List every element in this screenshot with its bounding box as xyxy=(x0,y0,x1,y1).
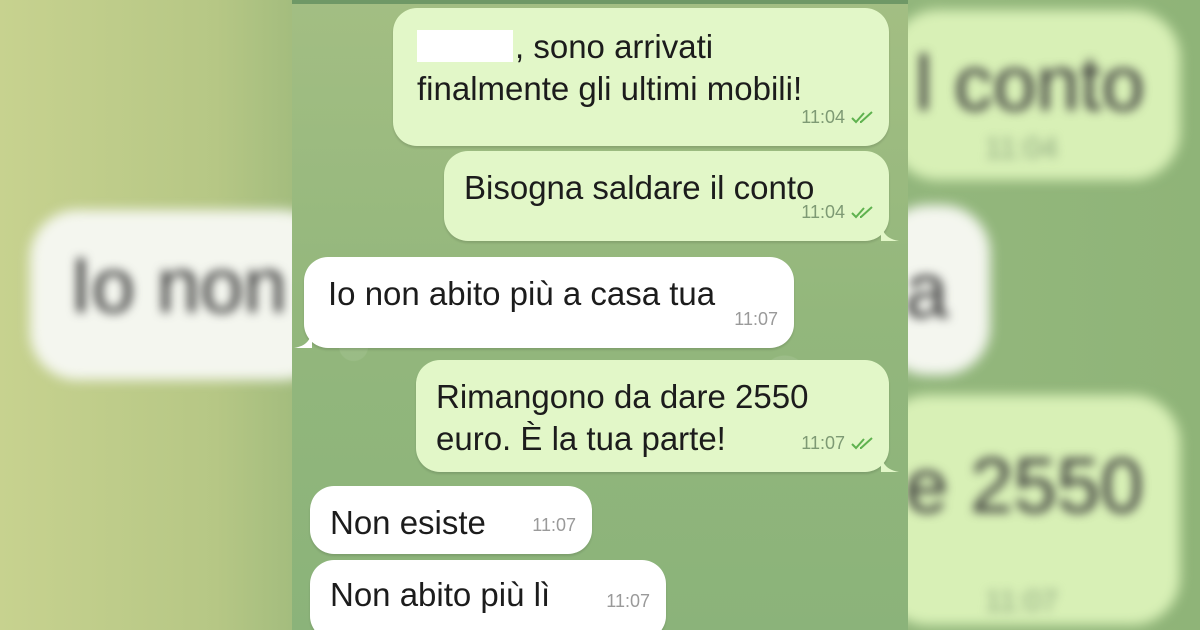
message-meta: 11:04 xyxy=(801,96,877,138)
message-outgoing[interactable]: , sono arrivati finalmente gli ultimi mo… xyxy=(393,8,889,146)
message-incoming[interactable]: Non abito più lì 11:07 xyxy=(310,560,666,630)
redacted-name xyxy=(417,30,513,62)
message-text: Io non abito più a casa tua xyxy=(328,275,716,312)
message-meta: 11:07 xyxy=(801,422,877,464)
message-time: 11:07 xyxy=(606,591,650,611)
blurred-right-top-time: 11:04 xyxy=(985,132,1058,165)
message-meta: 11:04 xyxy=(801,191,877,233)
chat-top-divider xyxy=(292,0,908,4)
bubble-tail xyxy=(881,219,899,241)
message-meta: 11:07 xyxy=(606,580,650,622)
blurred-right-top-text: l conto xyxy=(915,39,1145,127)
message-time: 11:07 xyxy=(532,515,576,535)
message-outgoing[interactable]: Bisogna saldare il conto 11:04 xyxy=(444,151,899,241)
blurred-right-mid-text: a xyxy=(905,246,949,334)
message-time: 11:07 xyxy=(801,433,845,453)
double-check-icon xyxy=(851,206,873,219)
message-meta: 11:07 xyxy=(734,298,778,340)
bubble-tail xyxy=(294,326,312,348)
message-incoming[interactable]: Io non abito più a casa tua 11:07 xyxy=(294,257,794,348)
blurred-right-bottom-time: 11:07 xyxy=(985,585,1058,618)
message-time: 11:07 xyxy=(734,309,778,329)
double-check-icon xyxy=(851,111,873,124)
blurred-right-bottom-text: e 2550 xyxy=(905,441,1144,529)
chat-panel[interactable]: , sono arrivati finalmente gli ultimi mo… xyxy=(292,0,908,630)
message-meta: 11:07 xyxy=(532,504,576,546)
bubble-tail xyxy=(881,450,899,472)
message-text: Non abito più lì xyxy=(330,576,551,613)
message-incoming[interactable]: Non esiste 11:07 xyxy=(310,486,592,554)
message-time: 11:04 xyxy=(801,107,845,127)
double-check-icon xyxy=(851,437,873,450)
message-outgoing[interactable]: Rimangono da dare 2550 euro. È la tua pa… xyxy=(416,360,899,472)
message-time: 11:04 xyxy=(801,202,845,222)
blurred-left-text: Io non xyxy=(70,241,287,329)
